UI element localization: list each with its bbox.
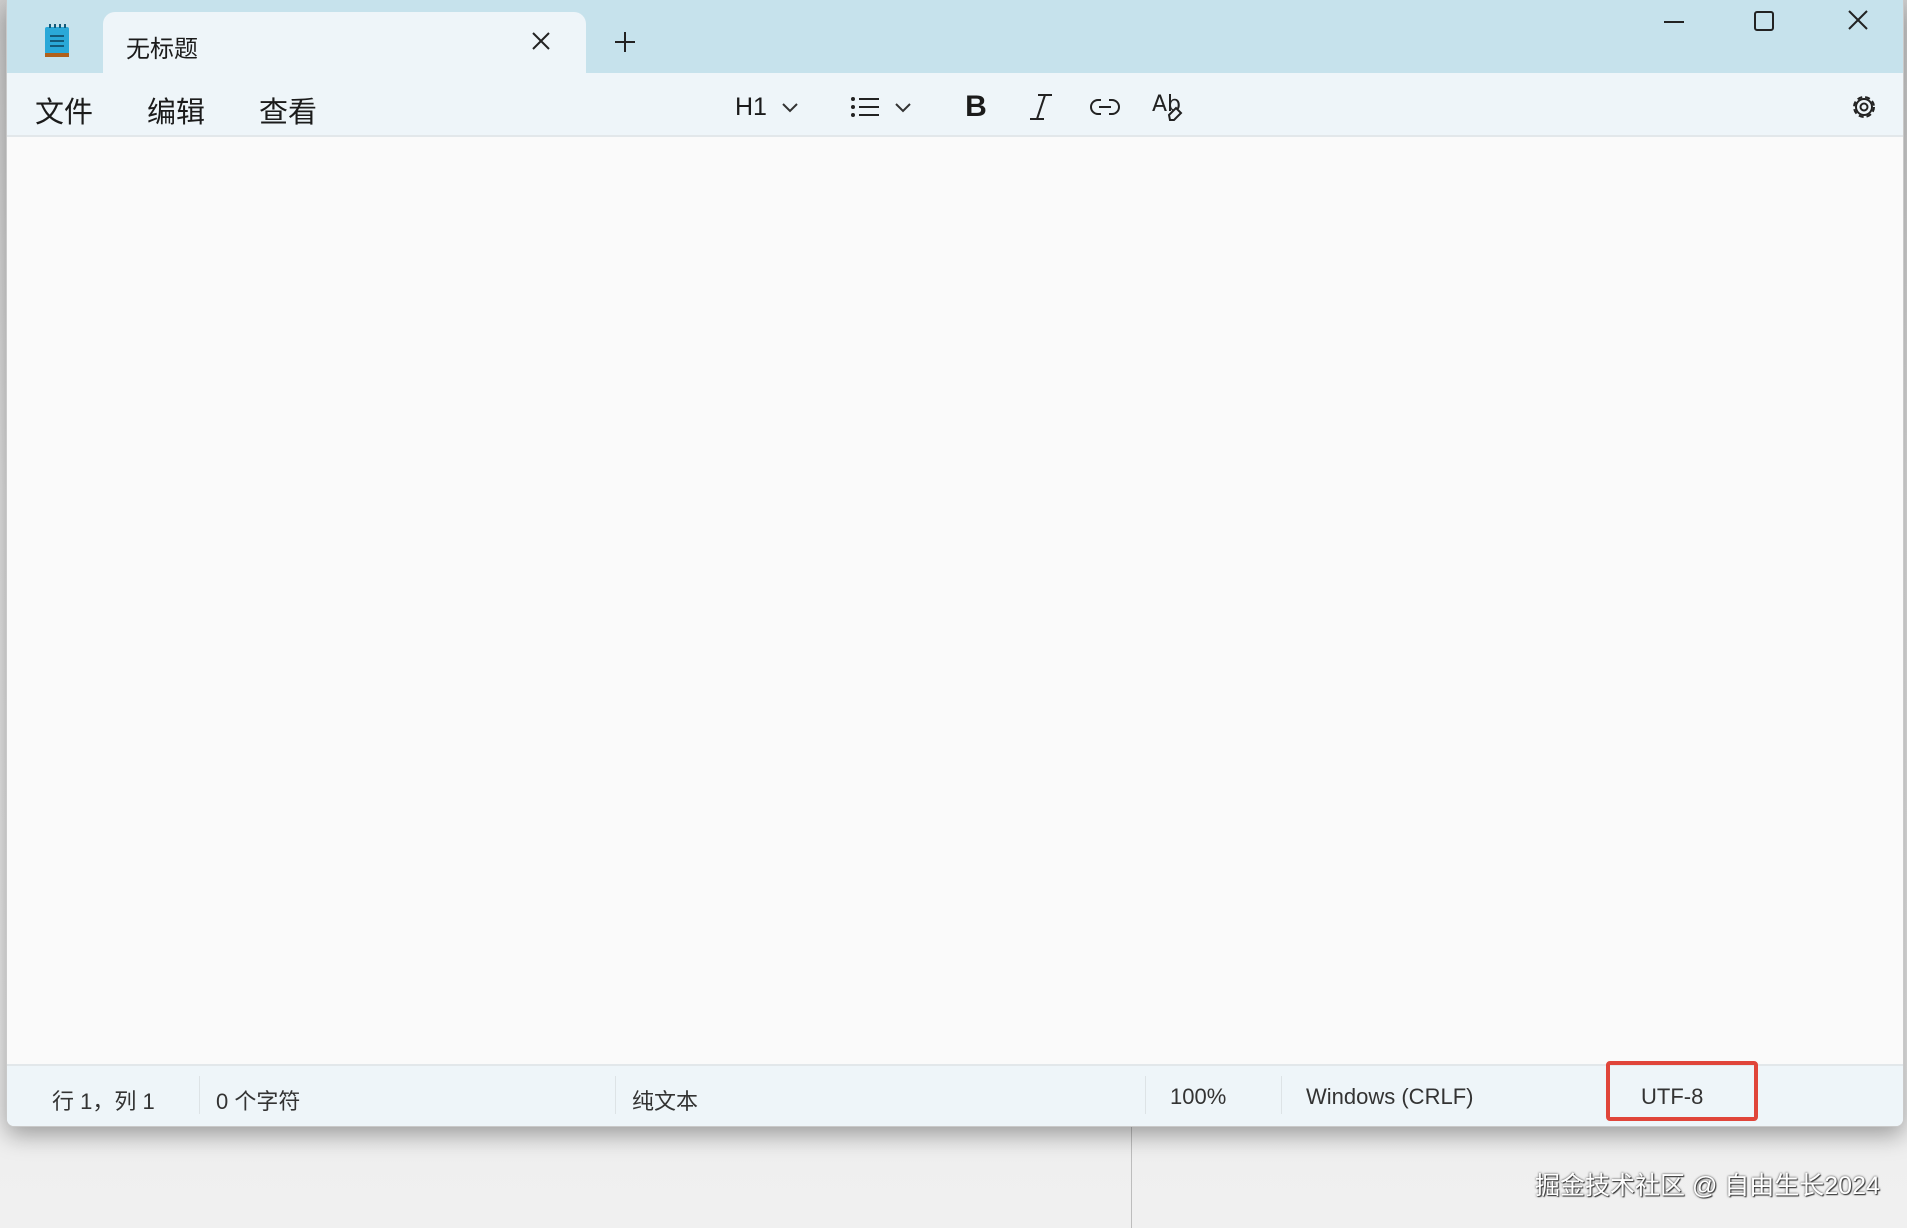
clear-formatting-icon: Ab — [1152, 91, 1184, 123]
watermark: 掘金技术社区 @ 自由生长2024 — [1535, 1172, 1880, 1200]
close-window-icon[interactable] — [1846, 8, 1870, 32]
heading-dropdown[interactable]: H1 — [735, 87, 815, 127]
tab-title: 无标题 — [126, 36, 198, 63]
menu-bar: 文件 编辑 查看 H1 B Ab — [7, 73, 1903, 137]
maximize-icon[interactable] — [1752, 9, 1776, 33]
italic-button[interactable] — [1021, 87, 1061, 127]
bulleted-list-icon — [850, 96, 880, 118]
chevron-down-icon — [781, 101, 799, 113]
new-tab-plus-icon[interactable] — [613, 30, 637, 54]
document-tab[interactable]: 无标题 — [103, 12, 586, 74]
status-divider — [1281, 1076, 1282, 1114]
link-icon — [1090, 98, 1120, 116]
status-divider — [199, 1076, 200, 1114]
minimize-icon[interactable] — [1662, 10, 1686, 34]
close-tab-icon[interactable] — [530, 30, 552, 52]
encoding-highlight-box — [1606, 1061, 1758, 1121]
menu-edit[interactable]: 编辑 — [147, 89, 205, 131]
background-divider-line — [1131, 1127, 1132, 1228]
gear-icon — [1849, 92, 1879, 122]
text-editor-area[interactable] — [7, 137, 1903, 1064]
notepad-window: 无标题 文件 编辑 查看 H1 B Ab 行 1，列 1 0 个字符 纯文本 1… — [6, 0, 1904, 1127]
status-divider — [615, 1076, 616, 1114]
title-bar: 无标题 — [7, 0, 1903, 74]
list-dropdown[interactable] — [850, 87, 930, 127]
status-divider — [1145, 1076, 1146, 1114]
link-button[interactable] — [1085, 87, 1125, 127]
menu-view[interactable]: 查看 — [259, 89, 317, 131]
settings-button[interactable] — [1844, 87, 1884, 127]
menu-file[interactable]: 文件 — [35, 89, 93, 131]
notepad-app-icon — [44, 24, 70, 58]
format-mode[interactable]: 纯文本 — [632, 1084, 698, 1116]
italic-icon — [1029, 93, 1053, 121]
cursor-position: 行 1，列 1 — [52, 1089, 155, 1114]
heading-label: H1 — [735, 92, 767, 121]
line-ending[interactable]: Windows (CRLF) — [1306, 1084, 1473, 1110]
zoom-level[interactable]: 100% — [1170, 1084, 1226, 1110]
clear-formatting-button[interactable]: Ab — [1148, 87, 1188, 127]
bold-icon: B — [965, 90, 987, 123]
character-count: 0 个字符 — [216, 1089, 301, 1114]
chevron-down-icon — [894, 101, 912, 113]
bold-button[interactable]: B — [956, 87, 996, 127]
